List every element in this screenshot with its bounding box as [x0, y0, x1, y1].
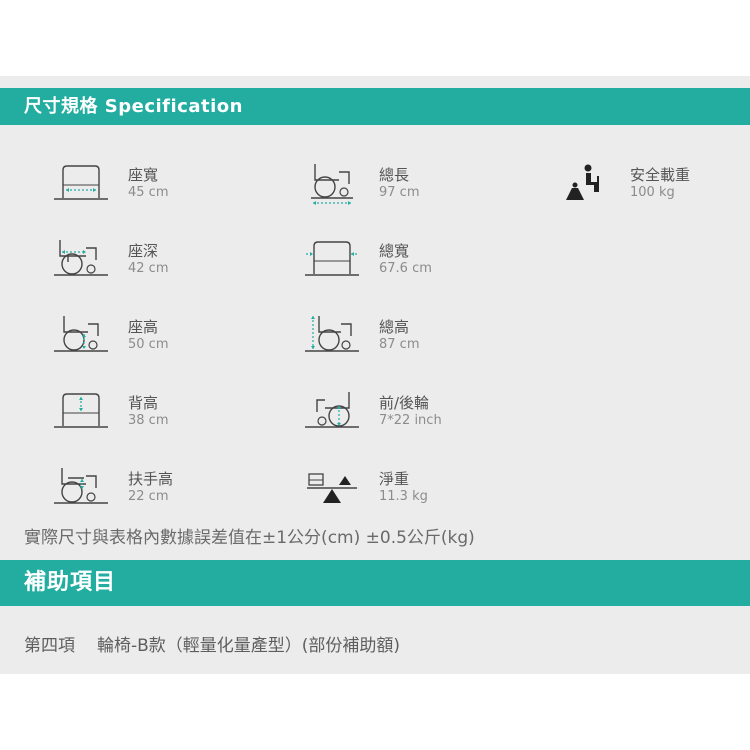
spec-name: 總寬 — [379, 242, 410, 260]
subsidy-item-number: 第四項 — [24, 636, 75, 656]
spec-value: 7*22 inch — [379, 413, 442, 428]
wheel-size-icon — [305, 390, 359, 434]
spec-name: 座深 — [128, 242, 159, 260]
total-length-icon — [305, 162, 359, 206]
subsidy-item-name: 輪椅-B款（輕量化量產型）(部份補助額) — [97, 636, 401, 656]
net-weight-icon — [305, 466, 359, 510]
spec-name: 扶手高 — [128, 470, 174, 488]
seat-height-icon — [54, 314, 108, 358]
back-height-icon — [54, 390, 108, 434]
spec-value: 38 cm — [128, 413, 169, 428]
seat-width-icon — [54, 162, 108, 206]
spec-total-width: 總寬 67.6 cm — [305, 238, 525, 290]
spec-value: 22 cm — [128, 489, 169, 504]
spec-wheels: 前/後輪 7*22 inch — [305, 390, 525, 442]
spec-seat-height: 座高 50 cm — [54, 314, 274, 366]
spec-name: 淨重 — [379, 470, 410, 488]
spec-value: 67.6 cm — [379, 261, 432, 276]
spec-back-height: 背高 38 cm — [54, 390, 274, 442]
spec-header: 尺寸規格 Specification — [0, 88, 750, 125]
spec-name: 座寬 — [128, 166, 159, 184]
spec-name: 前/後輪 — [379, 394, 430, 412]
spec-name: 座高 — [128, 318, 159, 336]
spec-value: 42 cm — [128, 261, 169, 276]
spec-value: 97 cm — [379, 185, 420, 200]
spec-name: 總長 — [379, 166, 410, 184]
spec-value: 50 cm — [128, 337, 169, 352]
subsidy-row: 第四項 輪椅-B款（輕量化量產型）(部份補助額) — [24, 631, 400, 656]
spec-seat-width: 座寬 45 cm — [54, 162, 274, 214]
spec-value: 45 cm — [128, 185, 169, 200]
spec-armrest-height: 扶手高 22 cm — [54, 466, 274, 518]
spec-safe-load: 安全載重 100 kg — [556, 162, 750, 214]
spec-value: 100 kg — [630, 185, 675, 200]
safe-load-icon — [556, 162, 610, 206]
spec-name: 總高 — [379, 318, 410, 336]
armrest-height-icon — [54, 466, 108, 510]
spec-name: 背高 — [128, 394, 159, 412]
spec-total-length: 總長 97 cm — [305, 162, 525, 214]
tolerance-note: 實際尺寸與表格內數據誤差值在±1公分(cm) ±0.5公斤(kg) — [24, 528, 475, 548]
total-height-icon — [305, 314, 359, 358]
spec-total-height: 總高 87 cm — [305, 314, 525, 366]
spec-name: 安全載重 — [630, 166, 691, 184]
total-width-icon — [305, 238, 359, 282]
spec-seat-depth: 座深 42 cm — [54, 238, 274, 290]
subsidy-header: 補助項目 — [0, 560, 750, 606]
spec-value: 87 cm — [379, 337, 420, 352]
spec-net-weight: 淨重 11.3 kg — [305, 466, 525, 518]
spec-value: 11.3 kg — [379, 489, 428, 504]
seat-depth-icon — [54, 238, 108, 282]
